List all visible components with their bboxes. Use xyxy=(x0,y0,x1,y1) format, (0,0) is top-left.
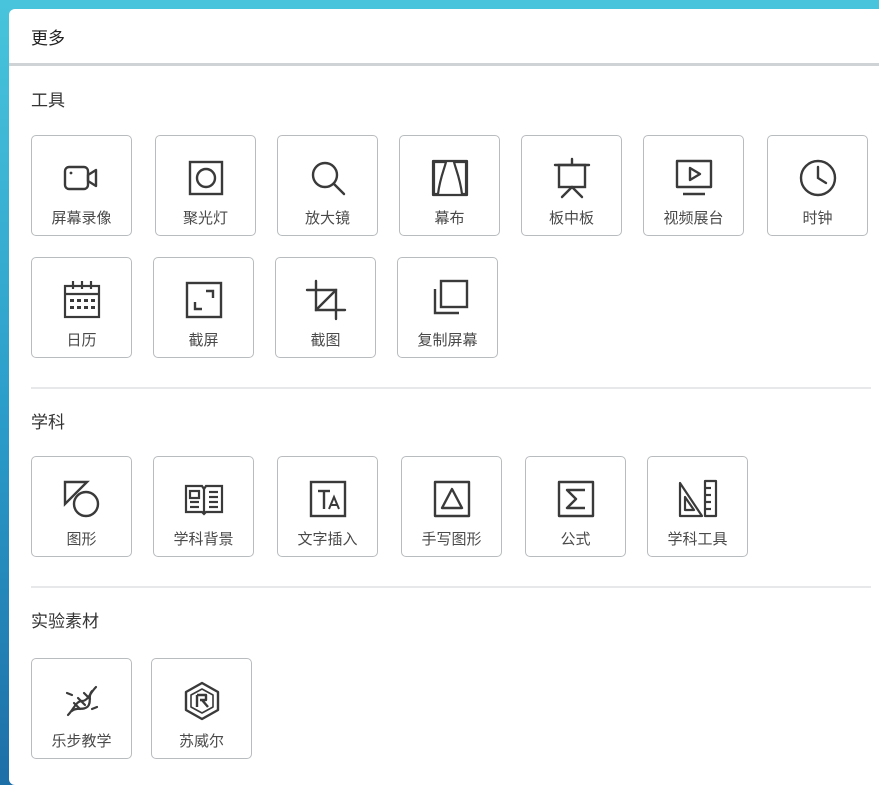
tile-crop[interactable]: 截图 xyxy=(275,257,376,358)
section-title-subjects: 学科 xyxy=(31,413,65,433)
tile-label: 手写图形 xyxy=(421,530,482,548)
tile-label: 板中板 xyxy=(548,209,594,227)
panel-title: 更多 xyxy=(31,29,65,49)
tile-subject-tools[interactable]: 学科工具 xyxy=(647,456,748,557)
clock-icon xyxy=(796,156,840,200)
tile-label: 公式 xyxy=(560,530,591,548)
tile-label: 幕布 xyxy=(434,209,465,227)
crop-icon xyxy=(304,278,348,322)
section-divider xyxy=(31,586,871,588)
easel-icon xyxy=(550,156,594,200)
tile-label: 放大镜 xyxy=(304,209,350,227)
tile-label: 图形 xyxy=(66,530,97,548)
hexagon-logo-icon xyxy=(180,679,224,723)
sigma-icon xyxy=(554,477,598,521)
curtain-icon xyxy=(428,156,472,200)
tile-copy-screen[interactable]: 复制屏幕 xyxy=(397,257,498,358)
tile-label: 聚光灯 xyxy=(182,209,228,227)
dna-icon xyxy=(60,679,104,723)
spotlight-icon xyxy=(184,156,228,200)
book-icon xyxy=(182,477,226,521)
tile-subject-background[interactable]: 学科背景 xyxy=(153,456,254,557)
tile-label: 屏幕录像 xyxy=(51,209,112,227)
section-title-tools: 工具 xyxy=(31,91,65,111)
tile-label: 文字插入 xyxy=(297,530,358,548)
tile-clock[interactable]: 时钟 xyxy=(767,135,868,236)
tile-shapes[interactable]: 图形 xyxy=(31,456,132,557)
tile-label: 视频展台 xyxy=(663,209,724,227)
tile-formula[interactable]: 公式 xyxy=(525,456,626,557)
triangle-icon xyxy=(430,477,474,521)
tile-label: 截图 xyxy=(310,331,341,349)
tile-label: 日历 xyxy=(66,331,97,349)
tile-screenshot[interactable]: 截屏 xyxy=(153,257,254,358)
tile-label: 学科工具 xyxy=(667,530,728,548)
tile-curtain[interactable]: 幕布 xyxy=(399,135,500,236)
tile-label: 苏威尔 xyxy=(178,732,224,750)
tile-magnifier[interactable]: 放大镜 xyxy=(277,135,378,236)
more-panel: 更多 工具 屏幕录像 聚光灯 放大镜 幕布 板中板 视频展台 时钟 日历 截屏 … xyxy=(9,9,879,785)
video-booth-icon xyxy=(672,156,716,200)
tile-screen-record[interactable]: 屏幕录像 xyxy=(31,135,132,236)
tile-label: 乐步教学 xyxy=(51,732,112,750)
section-title-experiment-materials: 实验素材 xyxy=(31,612,99,632)
tile-spotlight[interactable]: 聚光灯 xyxy=(155,135,256,236)
tile-video-booth[interactable]: 视频展台 xyxy=(643,135,744,236)
tile-calendar[interactable]: 日历 xyxy=(31,257,132,358)
screenshot-icon xyxy=(182,278,226,322)
tile-label: 时钟 xyxy=(802,209,833,227)
text-box-icon xyxy=(306,477,350,521)
camera-icon xyxy=(60,156,104,200)
tile-suweier[interactable]: 苏威尔 xyxy=(151,658,252,759)
tile-label: 学科背景 xyxy=(173,530,234,548)
tile-label: 截屏 xyxy=(188,331,219,349)
tile-handwritten-shapes[interactable]: 手写图形 xyxy=(401,456,502,557)
section-divider xyxy=(31,387,871,389)
shapes-icon xyxy=(60,477,104,521)
tile-easel[interactable]: 板中板 xyxy=(521,135,622,236)
tile-lebu-teaching[interactable]: 乐步教学 xyxy=(31,658,132,759)
panel-header: 更多 xyxy=(9,9,879,66)
ruler-icon xyxy=(676,477,720,521)
tile-label: 复制屏幕 xyxy=(417,331,478,349)
tile-text-insert[interactable]: 文字插入 xyxy=(277,456,378,557)
calendar-icon xyxy=(60,278,104,322)
magnifier-icon xyxy=(306,156,350,200)
copy-screen-icon xyxy=(426,278,470,322)
